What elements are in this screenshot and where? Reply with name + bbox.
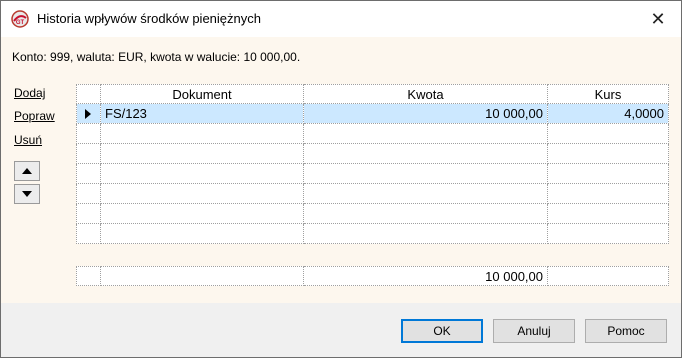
header-rate[interactable]: Kurs [547, 84, 669, 104]
move-down-button[interactable] [14, 184, 40, 204]
table-row-empty[interactable] [76, 163, 669, 184]
header-document[interactable]: Dokument [100, 84, 304, 104]
table-row[interactable]: FS/123 10 000,00 4,0000 [76, 103, 669, 124]
table-row-empty[interactable] [76, 123, 669, 144]
dialog-window: GT Historia wpływów środków pieniężnych … [0, 0, 682, 358]
add-link[interactable]: Dodaj [14, 86, 45, 100]
cell-rate[interactable]: 4,0000 [547, 103, 669, 124]
cell-amount[interactable]: 10 000,00 [303, 103, 548, 124]
help-button[interactable]: Pomoc [585, 319, 667, 343]
svg-text:GT: GT [16, 20, 25, 26]
button-bar: OK Anuluj Pomoc [1, 303, 681, 357]
table-row-empty[interactable] [76, 203, 669, 224]
table-row-empty[interactable] [76, 183, 669, 204]
total-amount: 10 000,00 [303, 266, 548, 286]
ok-button[interactable]: OK [401, 319, 483, 343]
row-indicator-header [76, 84, 101, 104]
arrow-down-icon [22, 191, 32, 197]
delete-link[interactable]: Usuń [14, 133, 42, 147]
totals-row: 10 000,00 [76, 266, 669, 286]
table-row-empty[interactable] [76, 223, 669, 244]
cancel-button[interactable]: Anuluj [493, 319, 575, 343]
header-amount[interactable]: Kwota [303, 84, 548, 104]
row-indicator [76, 103, 101, 124]
app-logo-icon: GT [11, 10, 29, 28]
history-table[interactable]: Dokument Kwota Kurs FS/123 10 000,00 4,0… [76, 84, 669, 244]
table-header-row: Dokument Kwota Kurs [76, 84, 669, 104]
content-area: Konto: 999, waluta: EUR, kwota w walucie… [1, 37, 681, 303]
arrow-up-icon [22, 168, 32, 174]
move-up-button[interactable] [14, 161, 40, 181]
title-bar: GT Historia wpływów środków pieniężnych … [1, 1, 681, 37]
close-icon: ✕ [650, 8, 666, 29]
table-row-empty[interactable] [76, 143, 669, 164]
close-button[interactable]: ✕ [635, 1, 681, 37]
window-title: Historia wpływów środków pieniężnych [37, 11, 261, 26]
account-info: Konto: 999, waluta: EUR, kwota w walucie… [12, 50, 301, 64]
cell-document[interactable]: FS/123 [100, 103, 304, 124]
current-row-icon [85, 108, 91, 119]
edit-link[interactable]: Popraw [14, 109, 55, 123]
